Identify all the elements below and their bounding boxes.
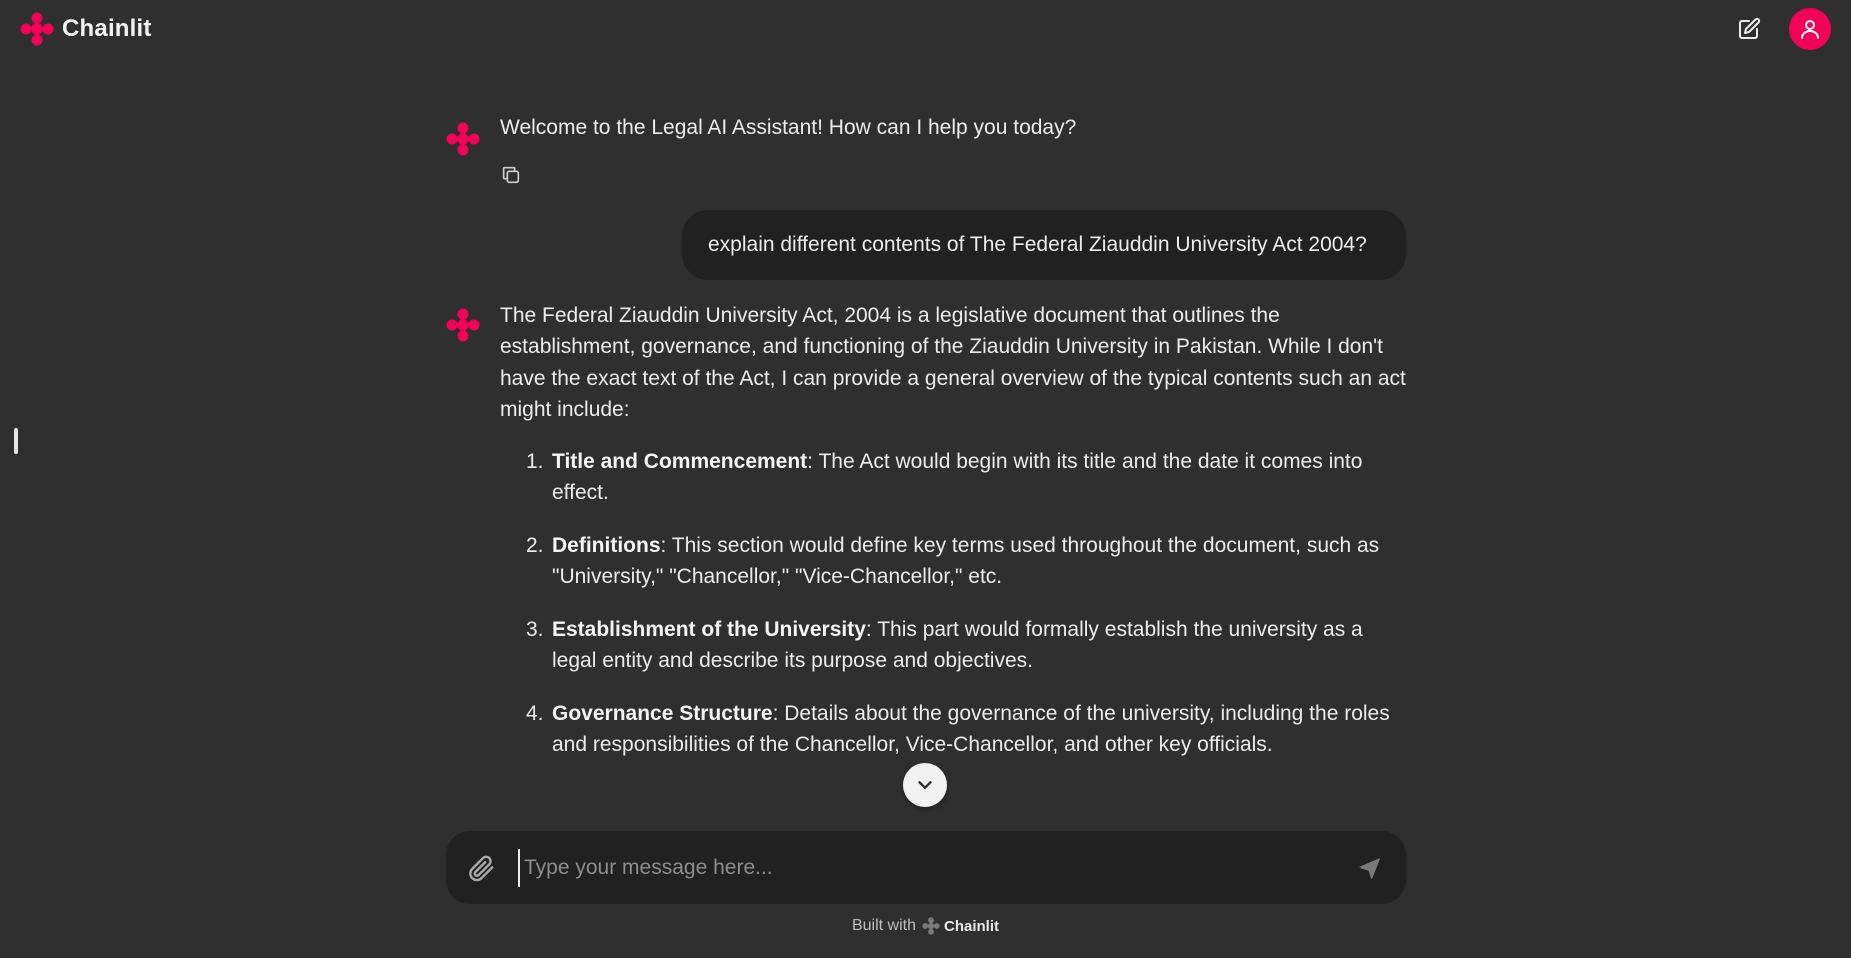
footer-built-with: Built with: [851, 917, 917, 934]
attach-button[interactable]: [466, 853, 498, 885]
list-item: 4. Governance Structure: Details about th…: [500, 698, 1406, 761]
copy-button[interactable]: [500, 164, 524, 188]
assistant-avatar-icon: [446, 122, 480, 156]
list-number: 3.: [526, 617, 544, 641]
user-menu-button[interactable]: [1789, 8, 1831, 50]
list-item-title: Governance Structure: [552, 701, 773, 725]
brand-name: Chainlit: [62, 15, 152, 42]
top-bar: Chainlit: [0, 0, 1851, 60]
user-message: explain different contents of The Federa…: [446, 209, 1406, 280]
footer-brand-link[interactable]: Chainlit: [922, 917, 999, 935]
list-number: 4.: [526, 701, 544, 725]
scroll-to-bottom-button[interactable]: [903, 763, 947, 807]
list-item-text: : This section would define key terms us…: [552, 533, 1380, 589]
list-number: 1.: [526, 449, 544, 473]
list-number: 2.: [526, 533, 544, 557]
message-thread: Welcome to the Legal AI Assistant! How c…: [446, 100, 1406, 820]
send-icon: [1358, 858, 1380, 879]
list-item-title: Establishment of the University: [552, 617, 866, 641]
reply-intro: The Federal Ziauddin University Act, 200…: [500, 303, 1406, 422]
assistant-avatar-icon: [446, 308, 480, 341]
user-icon: [1801, 20, 1819, 39]
copy-icon: [502, 166, 520, 183]
assistant-message-welcome: Welcome to the Legal AI Assistant! How c…: [446, 112, 1406, 188]
list-item: 2. Definitions: This section would define…: [500, 530, 1406, 593]
message-composer: [446, 831, 1406, 904]
chat-app: Chainlit Welcome to the Legal AI Assista…: [0, 0, 1851, 958]
footer-brand-name: Chainlit: [944, 917, 1000, 935]
chevron-down-icon: [918, 781, 932, 789]
chainlit-logo-icon: [20, 12, 54, 46]
chainlit-logo-icon: [922, 917, 940, 935]
reply-list: 1. Title and Commencement: The Act would …: [500, 446, 1406, 761]
edit-icon: [1739, 17, 1761, 39]
paperclip-icon: [469, 855, 494, 882]
list-item: 1. Title and Commencement: The Act would …: [500, 446, 1406, 509]
header-actions: [1735, 8, 1831, 50]
message-input[interactable]: [518, 849, 1318, 887]
list-item: 3. Establishment of the University: This …: [500, 614, 1406, 677]
user-message-bubble: explain different contents of The Federa…: [682, 209, 1406, 280]
footer: Built with Chainlit: [0, 914, 1851, 938]
list-item-title: Definitions: [552, 533, 661, 557]
welcome-text: Welcome to the Legal AI Assistant! How c…: [500, 116, 1077, 139]
new-chat-button[interactable]: [1735, 15, 1763, 43]
assistant-message-reply: The Federal Ziauddin University Act, 200…: [446, 300, 1406, 761]
sidebar-toggle-handle[interactable]: [14, 428, 18, 454]
list-item-title: Title and Commencement: [552, 449, 808, 473]
brand: Chainlit: [20, 12, 152, 46]
send-button[interactable]: [1356, 855, 1384, 883]
